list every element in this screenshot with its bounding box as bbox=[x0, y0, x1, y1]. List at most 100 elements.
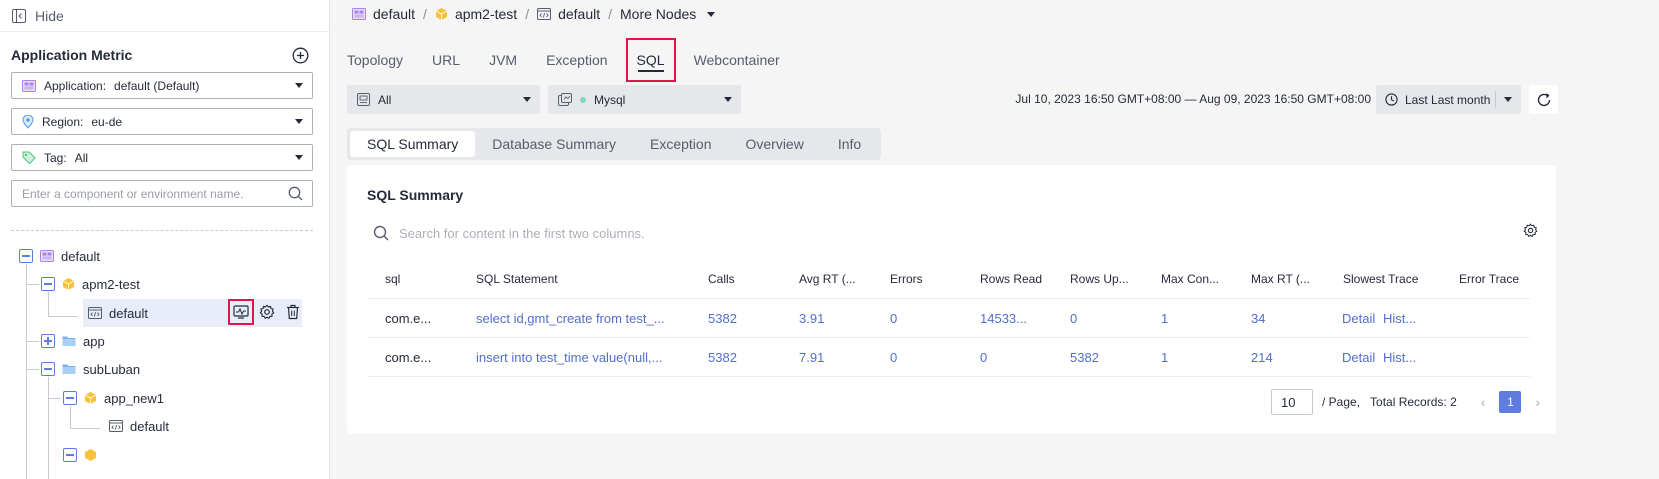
chevron-down-icon bbox=[295, 155, 303, 160]
history-link[interactable]: Hist... bbox=[1383, 299, 1433, 338]
breadcrumb-label: More Nodes bbox=[620, 6, 697, 22]
column-header-max-concurrency[interactable]: Max Con... bbox=[1161, 260, 1241, 299]
collapse-toggle-icon[interactable] bbox=[41, 277, 55, 291]
tree-node-environment-default[interactable]: default bbox=[88, 300, 148, 326]
breadcrumb-separator: / bbox=[608, 6, 613, 22]
column-header-sql-statement[interactable]: SQL Statement bbox=[476, 260, 676, 299]
column-header-avg-rt[interactable]: Avg RT (... bbox=[799, 260, 879, 299]
code-file-icon bbox=[537, 8, 552, 20]
subtab-overview[interactable]: Overview bbox=[728, 131, 820, 157]
cell-calls-link[interactable]: 5382 bbox=[708, 299, 788, 338]
cell-errors-link[interactable]: 0 bbox=[890, 338, 970, 377]
breadcrumb-item-environment[interactable]: default bbox=[537, 6, 600, 22]
table-row: com.e... select id,gmt_create from test_… bbox=[367, 299, 1530, 338]
trash-icon[interactable] bbox=[282, 301, 304, 323]
cell-max-concurrency-link[interactable]: 1 bbox=[1161, 299, 1241, 338]
time-preset-select[interactable]: Last Last month bbox=[1376, 85, 1521, 114]
tree-node-environment-default[interactable]: default bbox=[109, 413, 169, 439]
breadcrumb-item-default[interactable]: default bbox=[352, 6, 415, 22]
tab-jvm[interactable]: JVM bbox=[489, 40, 517, 80]
code-file-icon bbox=[88, 307, 102, 319]
application-cube-icon bbox=[435, 7, 448, 21]
tag-select[interactable]: Tag: All bbox=[11, 144, 313, 171]
collapse-toggle-icon[interactable] bbox=[41, 362, 55, 376]
chevron-down-icon bbox=[523, 97, 531, 102]
next-page-button[interactable]: › bbox=[1535, 394, 1540, 410]
tree-node-partial[interactable] bbox=[63, 442, 97, 468]
subtab-info[interactable]: Info bbox=[821, 131, 878, 157]
column-header-max-rt[interactable]: Max RT (... bbox=[1251, 260, 1331, 299]
divider bbox=[1495, 91, 1496, 108]
cell-calls-link[interactable]: 5382 bbox=[708, 338, 788, 377]
more-nodes-dropdown[interactable]: More Nodes bbox=[620, 6, 716, 22]
subtab-exception[interactable]: Exception bbox=[633, 131, 728, 157]
column-header-rows-updated[interactable]: Rows Up... bbox=[1070, 260, 1150, 299]
add-circle-icon[interactable] bbox=[292, 47, 309, 64]
component-search-input[interactable] bbox=[12, 181, 282, 206]
previous-page-button[interactable]: ‹ bbox=[1481, 394, 1486, 410]
pagination: 10 / Page, Total Records: 2 ‹ 1 › bbox=[1271, 389, 1546, 415]
tab-webcontainer[interactable]: Webcontainer bbox=[694, 40, 780, 80]
table-settings-icon[interactable] bbox=[1523, 223, 1538, 238]
cell-rows-updated-link[interactable]: 0 bbox=[1070, 299, 1150, 338]
cell-max-rt-link[interactable]: 214 bbox=[1251, 338, 1331, 377]
detail-link[interactable]: Detail bbox=[1342, 299, 1382, 338]
cell-max-rt-link[interactable]: 34 bbox=[1251, 299, 1331, 338]
environment-icon bbox=[40, 250, 54, 262]
hide-sidebar-button[interactable]: Hide bbox=[0, 0, 329, 32]
cell-avg-rt-link[interactable]: 7.91 bbox=[799, 338, 879, 377]
column-header-sql[interactable]: sql bbox=[385, 260, 465, 299]
tree-node-app[interactable]: app bbox=[41, 328, 105, 354]
detail-link[interactable]: Detail bbox=[1342, 338, 1382, 377]
cell-avg-rt-link[interactable]: 3.91 bbox=[799, 299, 879, 338]
search-icon[interactable] bbox=[288, 186, 303, 201]
column-header-slowest-trace[interactable]: Slowest Trace bbox=[1343, 260, 1443, 299]
cell-sql-statement-link[interactable]: select id,gmt_create from test_... bbox=[476, 299, 676, 338]
tab-exception[interactable]: Exception bbox=[546, 40, 607, 80]
cell-sql-statement-link[interactable]: insert into test_time value(null,... bbox=[476, 338, 676, 377]
tree-node-app-new1[interactable]: app_new1 bbox=[63, 385, 164, 411]
tree-node-apm2-test[interactable]: apm2-test bbox=[41, 271, 140, 297]
collapse-toggle-icon[interactable] bbox=[63, 391, 77, 405]
cell-rows-updated-link[interactable]: 5382 bbox=[1070, 338, 1150, 377]
page-size-select[interactable]: 10 bbox=[1271, 389, 1313, 415]
chevron-down-icon[interactable] bbox=[1504, 97, 1512, 102]
total-records: Total Records: 2 bbox=[1370, 395, 1457, 409]
tab-topology[interactable]: Topology bbox=[347, 40, 403, 80]
subtab-sql-summary[interactable]: SQL Summary bbox=[350, 131, 476, 157]
application-select[interactable]: Application: default (Default) bbox=[11, 72, 313, 99]
subtab-database-summary[interactable]: Database Summary bbox=[475, 131, 633, 157]
column-header-calls[interactable]: Calls bbox=[708, 260, 788, 299]
tree-node-default[interactable]: default bbox=[19, 243, 100, 269]
cell-rows-read-link[interactable]: 14533... bbox=[980, 299, 1060, 338]
tab-sql[interactable]: SQL bbox=[625, 38, 676, 82]
refresh-button[interactable] bbox=[1529, 85, 1558, 114]
collapse-panel-icon bbox=[11, 8, 27, 24]
tab-url[interactable]: URL bbox=[432, 40, 460, 80]
time-preset-value: Last Last month bbox=[1405, 92, 1491, 107]
column-header-rows-read[interactable]: Rows Read bbox=[980, 260, 1060, 299]
tree-node-label: default bbox=[109, 305, 149, 321]
gear-icon[interactable] bbox=[256, 301, 278, 323]
cell-errors-link[interactable]: 0 bbox=[890, 299, 970, 338]
tree-line bbox=[48, 316, 78, 317]
cell-max-concurrency-link[interactable]: 1 bbox=[1161, 338, 1241, 377]
region-select[interactable]: Region: eu-de bbox=[11, 108, 313, 135]
tree-node-subluban[interactable]: subLuban bbox=[41, 356, 140, 382]
column-header-error-trace[interactable]: Error Trace bbox=[1459, 260, 1549, 299]
table-search-input[interactable] bbox=[399, 225, 999, 241]
cell-rows-read-link[interactable]: 0 bbox=[980, 338, 1060, 377]
main-tabs: Topology URL JVM Exception SQL Webcontai… bbox=[347, 38, 809, 82]
database-select[interactable]: Mysql bbox=[548, 85, 741, 114]
column-header-errors[interactable]: Errors bbox=[890, 260, 970, 299]
tag-icon bbox=[22, 151, 36, 164]
expand-toggle-icon[interactable] bbox=[41, 334, 55, 348]
collapse-toggle-icon[interactable] bbox=[63, 448, 77, 462]
page-number-current[interactable]: 1 bbox=[1499, 391, 1522, 413]
cell-sql: com.e... bbox=[385, 311, 432, 326]
monitor-icon[interactable] bbox=[228, 299, 254, 325]
breadcrumb-item-apm2-test[interactable]: apm2-test bbox=[435, 6, 517, 22]
history-link[interactable]: Hist... bbox=[1383, 338, 1433, 377]
scope-select[interactable]: All bbox=[347, 85, 540, 114]
collapse-toggle-icon[interactable] bbox=[19, 249, 33, 263]
